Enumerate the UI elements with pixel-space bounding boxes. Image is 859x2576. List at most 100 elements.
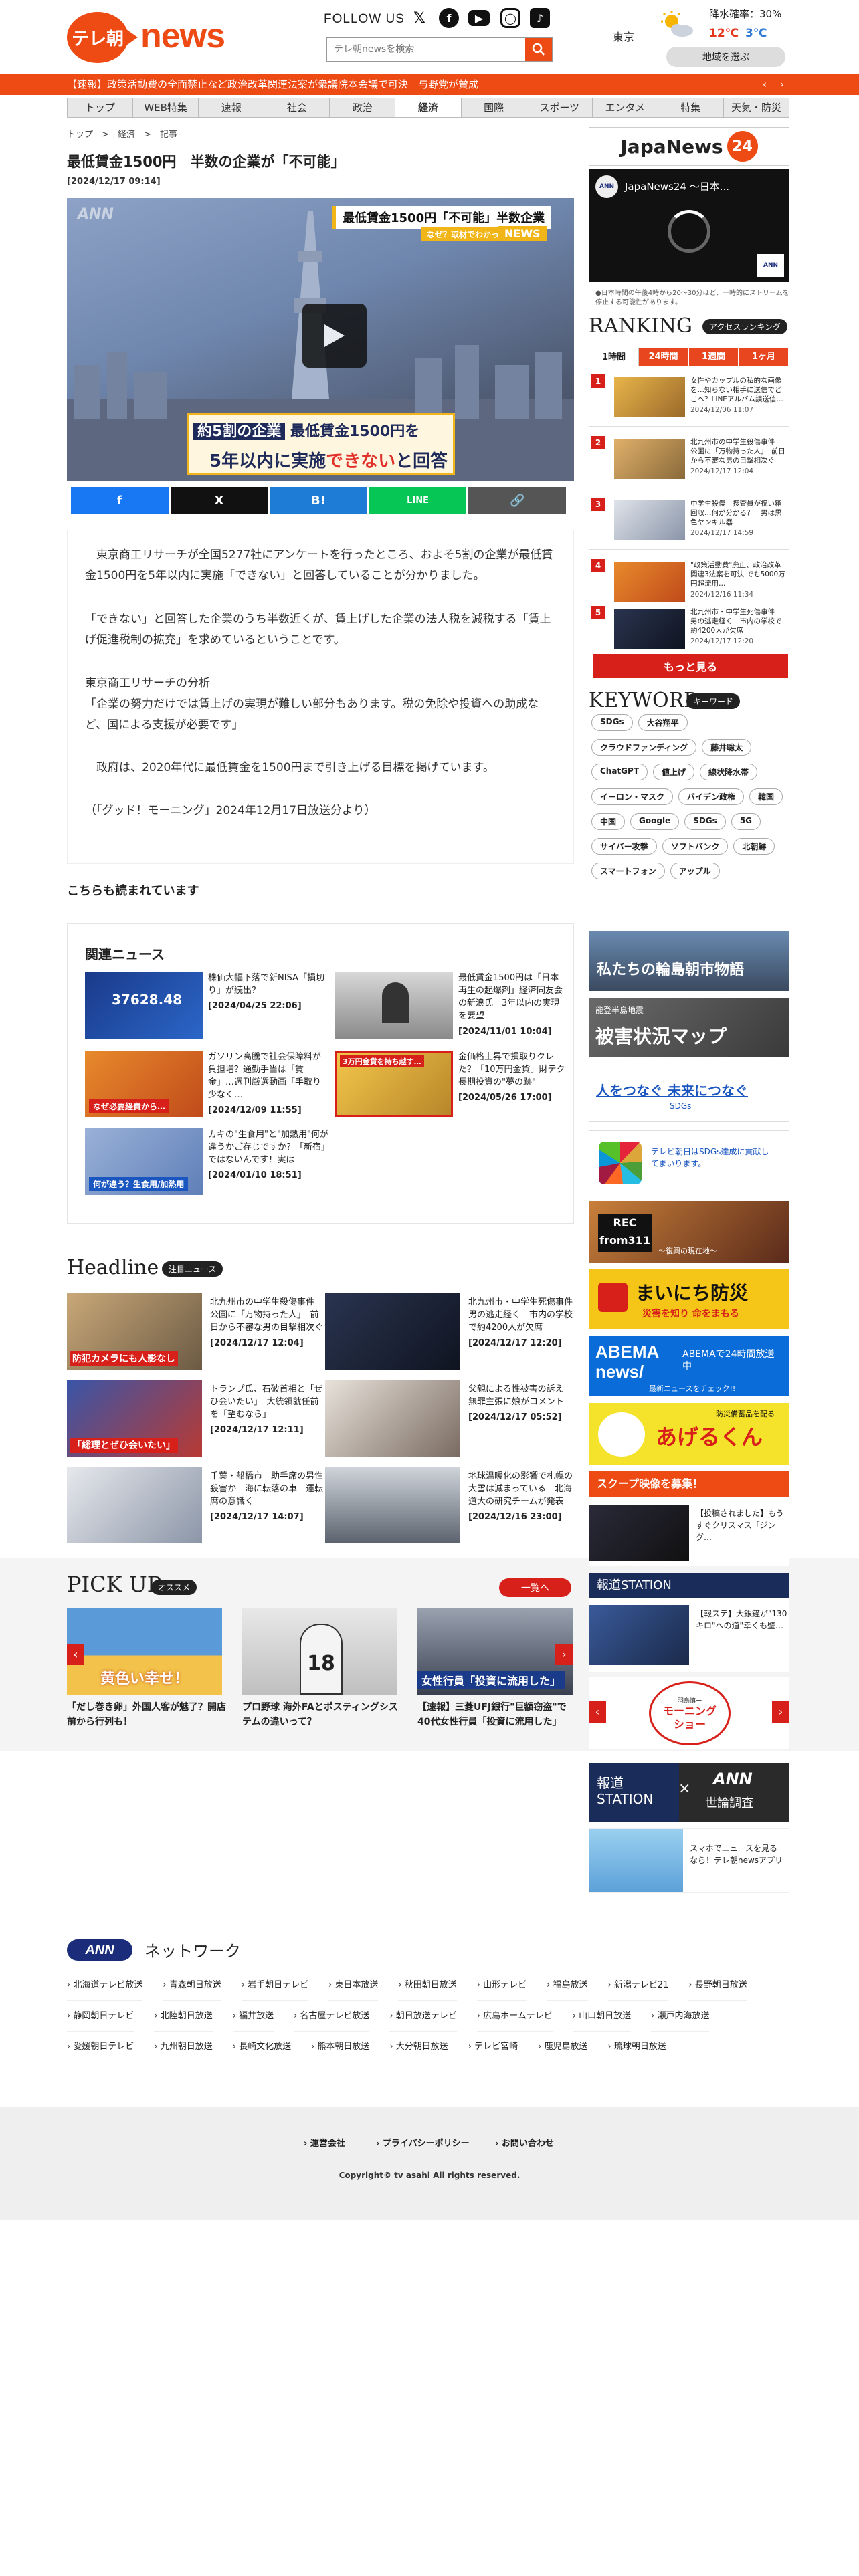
banner-app[interactable]: スマホでニュースを見るなら！テレ朝newsアプリ [589, 1828, 789, 1893]
keyword-tag[interactable]: ChatGPT [591, 764, 648, 780]
breadcrumb-item[interactable]: 経済 [118, 130, 135, 140]
headline-thumb[interactable] [325, 1467, 460, 1543]
network-station-link[interactable]: 静岡朝日テレビ [67, 2001, 134, 2032]
ticker-next-button[interactable]: › [780, 74, 784, 95]
network-station-link[interactable]: 福島放送 [547, 1970, 588, 2001]
nav-item[interactable]: WEB特集 [133, 98, 199, 117]
banner-damage-map[interactable]: 能登半島地震 被害状況マップ [589, 998, 789, 1057]
network-station-link[interactable]: 長崎文化放送 [232, 2032, 292, 2062]
network-station-link[interactable]: 琉球朝日放送 [607, 2032, 666, 2062]
keyword-tag[interactable]: 5G [731, 813, 761, 830]
nav-item[interactable]: トップ [68, 98, 134, 117]
ticker-prev-button[interactable]: ‹ [763, 74, 767, 95]
footer-link-privacy[interactable]: › プライバシーポリシー [376, 2136, 470, 2149]
site-logo[interactable]: テレ朝 news [67, 12, 225, 63]
network-station-link[interactable]: 九州朝日放送 [154, 2032, 213, 2062]
keyword-tag[interactable]: クラウドファンディング [591, 739, 697, 756]
headline-thumb[interactable]: 防犯カメラにも人影なし [67, 1293, 202, 1370]
search-box[interactable] [326, 37, 553, 62]
youtube-icon[interactable]: ▶ [468, 10, 490, 26]
banner-wajima[interactable]: 私たちの輪島朝市物語 [589, 931, 789, 991]
video-player[interactable]: ANN 最低賃金1500円「不可能」半数企業 なぜ？取材でわかった NEWS 約… [67, 198, 574, 481]
headline-thumb[interactable] [67, 1467, 202, 1543]
keyword-tag[interactable]: SDGs [684, 813, 726, 830]
keyword-tag[interactable]: 値上げ [653, 764, 695, 780]
japanews-logo[interactable]: JapaNews 24 [589, 127, 789, 166]
related-thumb[interactable]: 37628.48 [85, 972, 203, 1039]
nav-item[interactable]: 社会 [264, 98, 330, 117]
share-line-button[interactable]: LINE [369, 487, 469, 514]
pickup-caption[interactable]: プロ野球 海外FAとポスティングシステムの違いって？ [242, 1700, 403, 1729]
network-station-link[interactable]: 名古屋テレビ放送 [294, 2001, 370, 2032]
banner-poll[interactable]: 報道STATION × ANN 世論調査 [589, 1763, 789, 1822]
ranking-item[interactable]: 2 北九州市の中学生殺傷事件 公園に「万物持った人」 前日から不審な男の目撃相次ぐ… [589, 433, 789, 488]
keyword-tag[interactable]: アップル [670, 863, 720, 879]
network-station-link[interactable]: 福井放送 [232, 2001, 274, 2032]
ranking-more-button[interactable]: もっと見る [593, 654, 788, 678]
network-station-link[interactable]: 熊本朝日放送 [311, 2032, 370, 2062]
breadcrumb-item[interactable]: トップ [67, 130, 93, 140]
keyword-tag[interactable]: 中国 [591, 813, 626, 830]
network-station-link[interactable]: 青森朝日放送 [163, 1970, 221, 2001]
keyword-tag[interactable]: 藤井聡太 [702, 739, 752, 756]
keyword-tag[interactable]: Google [630, 813, 680, 830]
keyword-tag[interactable]: 北朝鮮 [733, 838, 775, 855]
network-station-link[interactable]: 山形テレビ [476, 1970, 527, 2001]
related-item[interactable]: 金価格上昇で損取りクレた？「10万円金貨」財テク長期投資の"夢の跡" [2024/… [458, 1051, 565, 1104]
ranking-tab-1h[interactable]: 1時間 [589, 348, 639, 366]
network-station-link[interactable]: 鹿児島放送 [538, 2032, 588, 2062]
related-thumb[interactable]: 何が違う？生食用/加熱用 [85, 1128, 203, 1195]
keyword-tag[interactable]: バイデン政権 [678, 788, 745, 805]
network-station-link[interactable]: テレビ宮崎 [468, 2032, 518, 2062]
nav-item[interactable]: 国際 [462, 98, 527, 117]
network-station-link[interactable]: 新潟テレビ21 [607, 1970, 669, 2001]
search-button[interactable] [525, 38, 552, 61]
share-hatena-button[interactable]: B! [270, 487, 369, 514]
network-station-link[interactable]: 広島ホームテレビ [476, 2001, 553, 2032]
ranking-tab-1m[interactable]: 1ヶ月 [739, 348, 789, 366]
network-station-link[interactable]: 北海道テレビ放送 [67, 1970, 143, 2001]
nav-item[interactable]: 経済 [395, 98, 462, 117]
nav-item[interactable]: 政治 [330, 98, 396, 117]
headline-item[interactable]: 北九州市の中学生殺傷事件 公園に「万物持った人」 前日から不審な男の目撃相次ぐ [… [210, 1296, 324, 1350]
related-item[interactable]: 最低賃金1500円は「日本再生の起爆剤」経済同友会の新浪氏 3年以内の実現を要望… [458, 972, 565, 1038]
ticker-text[interactable]: 【速報】政策活動費の全面禁止など政治改革関連法案が衆議院本会議で可決 与野党が賛… [67, 74, 478, 95]
headline-item[interactable]: 父親による性被害の訴え 無罪主張に娘がコメント [2024/12/17 05:52… [468, 1383, 574, 1424]
keyword-tag[interactable]: 韓国 [749, 788, 783, 805]
banner-sdgs2[interactable]: テレビ朝日はSDGs達成に貢献してまいります。 [589, 1130, 789, 1194]
footer-link-contact[interactable]: › お問い合わせ [495, 2136, 554, 2149]
related-item[interactable]: カキの"生食用"と"加熱用"何が違うかご存じですか？「新宿」ではないんです！実は… [208, 1128, 328, 1182]
banner-scoop[interactable]: スクープ映像を募集！ 【投稿されました】もうすぐクリスマス「ジング… [589, 1471, 789, 1566]
pickup-next-arrow[interactable]: › [555, 1644, 573, 1665]
ranking-item[interactable]: 5 北九州市・中学生死傷事件 男の逃走経く 市内の学校で約4200人が欠席 2024… [589, 603, 789, 658]
ranking-tab-24h[interactable]: 24時間 [639, 348, 689, 366]
headline-thumb[interactable] [325, 1293, 460, 1370]
keyword-tag[interactable]: 大谷翔平 [638, 714, 688, 731]
related-thumb[interactable] [335, 972, 453, 1039]
ranking-item[interactable]: 3 中学生殺傷 捜査員が祝い箱回収…何が分かる？ 男は黒色ヤンキル器 2024/12… [589, 495, 789, 550]
footer-link-company[interactable]: › 運営会社 [304, 2136, 345, 2149]
tiktok-icon[interactable]: ♪ [530, 8, 550, 28]
ranking-item[interactable]: 1 女性やカップルの私的な画像を…知らない相手に送信でどこへ？LINEアルバム誤送… [589, 372, 789, 427]
banner-morning-show[interactable]: ‹ 羽鳥慎一 モーニングショー › [589, 1677, 789, 1749]
banner-hodo[interactable]: 報道STATION 【報ステ】大銀鐘が"130キロ"への道"幸くも壁… [589, 1573, 789, 1672]
headline-item[interactable]: 千葉・船橋市 助手席の男性殺害か 海に転落の車 運転席の意識く [2024/12/… [210, 1470, 324, 1523]
network-station-link[interactable]: 岩手朝日テレビ [241, 1970, 309, 2001]
keyword-tag[interactable]: イーロン・マスク [591, 788, 674, 805]
breaking-ticker[interactable]: 【速報】政策活動費の全面禁止など政治改革関連法案が衆議院本会議で可決 与野党が賛… [0, 74, 859, 95]
keyword-tag[interactable]: SDGs [591, 714, 633, 731]
nav-item[interactable]: 天気・防災 [724, 98, 789, 117]
keyword-tag[interactable]: ソフトバンク [662, 838, 729, 855]
related-thumb[interactable]: 3万円金貨を持ち越す… [335, 1051, 453, 1117]
network-station-link[interactable]: 大分朝日放送 [389, 2032, 448, 2062]
instagram-icon[interactable]: ◯ [500, 8, 520, 28]
nav-item[interactable]: スポーツ [527, 98, 593, 117]
share-facebook-button[interactable]: f [71, 487, 171, 514]
headline-item[interactable]: トランプ氏、石破首相と「ぜひ会いたい」 大統領就任前を「望むなら」 [2024/1… [210, 1383, 324, 1436]
japanews-video[interactable]: ANN JapaNews24 ～日本... ANN [589, 169, 789, 282]
pickup-card[interactable]: 女性行員「投資に流用した」 [417, 1608, 573, 1695]
network-station-link[interactable]: 瀬戸内海放送 [651, 2001, 710, 2032]
nav-item[interactable]: 特集 [658, 98, 724, 117]
pickup-prev-arrow[interactable]: ‹ [67, 1644, 84, 1665]
keyword-tag[interactable]: スマートフォン [591, 863, 665, 879]
